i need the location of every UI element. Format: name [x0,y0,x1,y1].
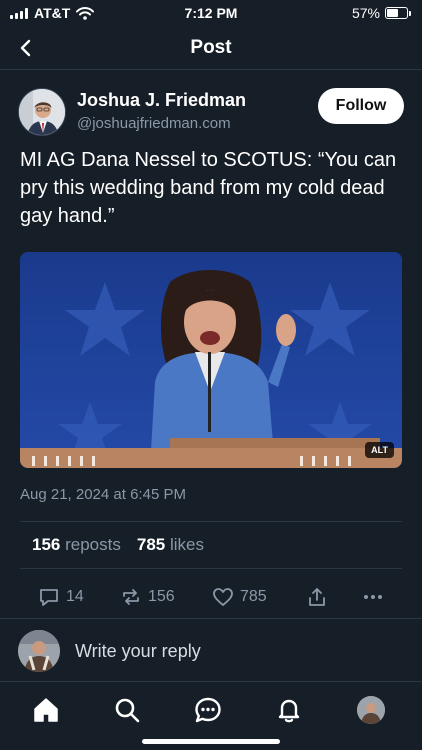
author-row: Joshua J. Friedman @joshuajfriedman.com … [18,88,404,138]
tab-notifications[interactable] [273,694,305,726]
post-text: MI AG Dana Nessel to SCOTUS: “You can pr… [20,149,397,227]
likes-stat[interactable]: 785 likes [137,535,204,555]
more-options-button[interactable] [362,586,384,608]
user-avatar [18,630,60,672]
reply-count: 14 [66,588,84,605]
chevron-left-icon [20,39,31,57]
repost-button[interactable]: 156 [120,586,175,608]
author-photo [19,89,65,135]
tab-profile[interactable] [355,694,387,726]
page-title: Post [190,36,232,58]
battery-fill [387,9,398,17]
battery-percent: 57% [351,5,380,21]
tab-bar [0,688,422,732]
comment-icon [40,589,58,606]
reposts-stat[interactable]: 156 reposts [32,535,121,555]
more-icon [364,595,382,599]
chat-icon [195,697,221,723]
author-name[interactable]: Joshua J. Friedman [77,90,246,111]
author-avatar[interactable] [18,88,66,136]
bell-icon [278,699,300,723]
search-icon [115,698,140,723]
share-button[interactable] [306,586,328,608]
follow-button[interactable]: Follow [318,88,404,124]
profile-avatar [357,696,385,724]
status-left: AT&T [10,5,95,21]
cellular-signal-icon [10,7,28,19]
reply-input[interactable]: Write your reply [75,641,201,662]
wifi-icon [76,6,95,20]
reply-button[interactable]: 14 [38,586,84,608]
post-image[interactable]: ALT [20,252,402,468]
tab-home[interactable] [30,694,62,726]
nav-bar: Post [0,26,422,70]
alt-text-badge[interactable]: ALT [365,442,394,458]
divider [20,521,402,522]
reposts-label: reposts [65,535,121,554]
repost-count: 156 [148,588,175,605]
post-actions: 14 156 785 [36,586,386,612]
speaker-photo [20,252,402,468]
battery-icon [385,7,411,19]
post-stats: 156 reposts 785 likes [32,535,204,555]
back-button[interactable] [12,34,40,62]
reposts-count: 156 [32,535,61,554]
like-button[interactable]: 785 [212,586,267,608]
profile-photo [357,696,385,724]
heart-icon [213,588,233,606]
repost-icon [123,589,139,605]
post-timestamp: Aug 21, 2024 at 6:45 PM [20,486,186,503]
carrier-label: AT&T [34,5,71,21]
likes-label: likes [169,535,204,554]
likes-count: 785 [136,535,166,554]
clock: 7:12 PM [184,5,238,21]
user-photo [18,630,60,672]
home-icon [34,698,58,722]
tab-chat[interactable] [192,694,224,726]
author-handle[interactable]: @joshuajfriedman.com [77,115,231,132]
share-icon [309,588,325,606]
tab-search[interactable] [111,694,143,726]
like-count: 785 [240,588,267,605]
status-right: 57% [351,5,411,21]
divider [20,568,402,569]
home-indicator [142,739,280,744]
reply-composer[interactable]: Write your reply [0,618,422,682]
status-bar: AT&T 7:12 PM 57% [0,0,422,26]
